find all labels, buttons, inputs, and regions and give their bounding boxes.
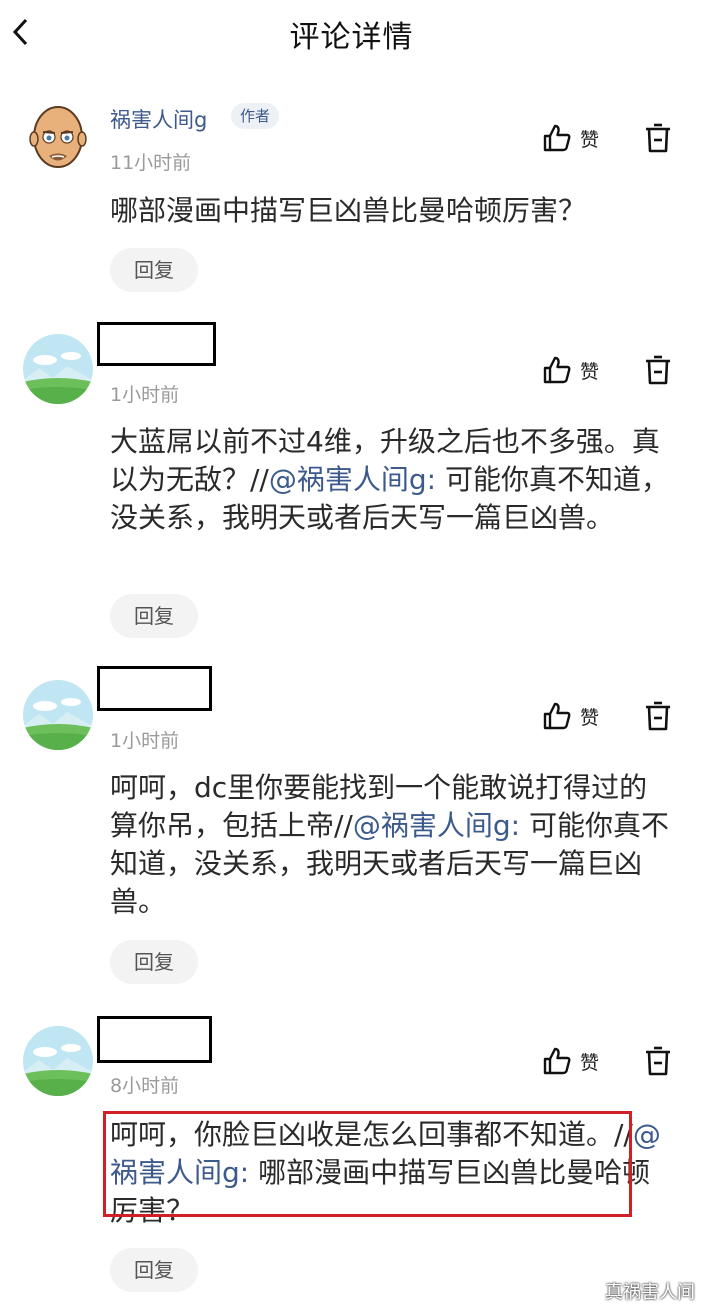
mention-link[interactable]: @祸害人间g: xyxy=(269,463,436,496)
page-title: 评论详情 xyxy=(289,20,414,55)
top-bar: 评论详情 xyxy=(0,0,703,64)
author-badge: 作者 xyxy=(231,103,280,129)
thumbs-up-icon xyxy=(543,1047,571,1075)
redacted-username xyxy=(97,1016,212,1063)
avatar[interactable] xyxy=(23,334,93,404)
mention-link[interactable]: @祸害人间g: xyxy=(353,809,520,842)
like-button[interactable]: 赞 xyxy=(542,700,599,732)
comment-text: 大蓝屌以前不过4维，升级之后也不多强。真以为无敌？//@祸害人间g: 可能你真不… xyxy=(110,423,670,537)
comment-text: 呵呵，dc里你要能找到一个能敢说打得过的算你吊，包括上帝//@祸害人间g: 可能… xyxy=(110,769,670,921)
trash-icon xyxy=(646,355,670,385)
reply-button[interactable]: 回复 xyxy=(110,594,198,638)
comment-time: 8小时前 xyxy=(110,1075,180,1097)
username[interactable]: 祸害人间g xyxy=(110,104,207,134)
thumbs-up-icon xyxy=(543,702,571,730)
avatar[interactable] xyxy=(23,101,93,171)
landscape-avatar-icon xyxy=(23,680,93,750)
delete-button[interactable] xyxy=(643,1045,673,1077)
reply-button[interactable]: 回复 xyxy=(110,940,198,984)
reply-button[interactable]: 回复 xyxy=(110,1248,198,1292)
comment-time: 1小时前 xyxy=(110,384,180,406)
delete-button[interactable] xyxy=(643,700,673,732)
like-label: 赞 xyxy=(580,706,600,729)
delete-button[interactable] xyxy=(643,354,673,386)
thumbs-up-icon xyxy=(543,124,571,152)
watermark: 真祸害人间 xyxy=(605,1282,695,1303)
landscape-avatar-icon xyxy=(23,334,93,404)
reply-button[interactable]: 回复 xyxy=(110,248,198,292)
like-button[interactable]: 赞 xyxy=(542,122,599,154)
thumbs-up-icon xyxy=(543,356,571,384)
like-button[interactable]: 赞 xyxy=(542,354,599,386)
like-label: 赞 xyxy=(580,360,600,383)
landscape-avatar-icon xyxy=(23,1026,93,1096)
like-button[interactable]: 赞 xyxy=(542,1045,599,1077)
trash-icon xyxy=(646,701,670,731)
comment-text: 哪部漫画中描写巨凶兽比曼哈顿厉害？ xyxy=(110,194,587,227)
like-label: 赞 xyxy=(580,128,600,151)
comment-time: 11小时前 xyxy=(110,152,192,174)
avatar[interactable] xyxy=(23,1026,93,1096)
comment-time: 1小时前 xyxy=(110,730,180,752)
trash-icon xyxy=(646,123,670,153)
highlight-box xyxy=(103,1111,632,1217)
avatar[interactable] xyxy=(23,680,93,750)
bald-man-avatar-icon xyxy=(29,106,87,168)
trash-icon xyxy=(646,1046,670,1076)
delete-button[interactable] xyxy=(643,122,673,154)
redacted-username xyxy=(97,666,212,711)
like-label: 赞 xyxy=(580,1051,600,1074)
redacted-username xyxy=(97,322,216,366)
